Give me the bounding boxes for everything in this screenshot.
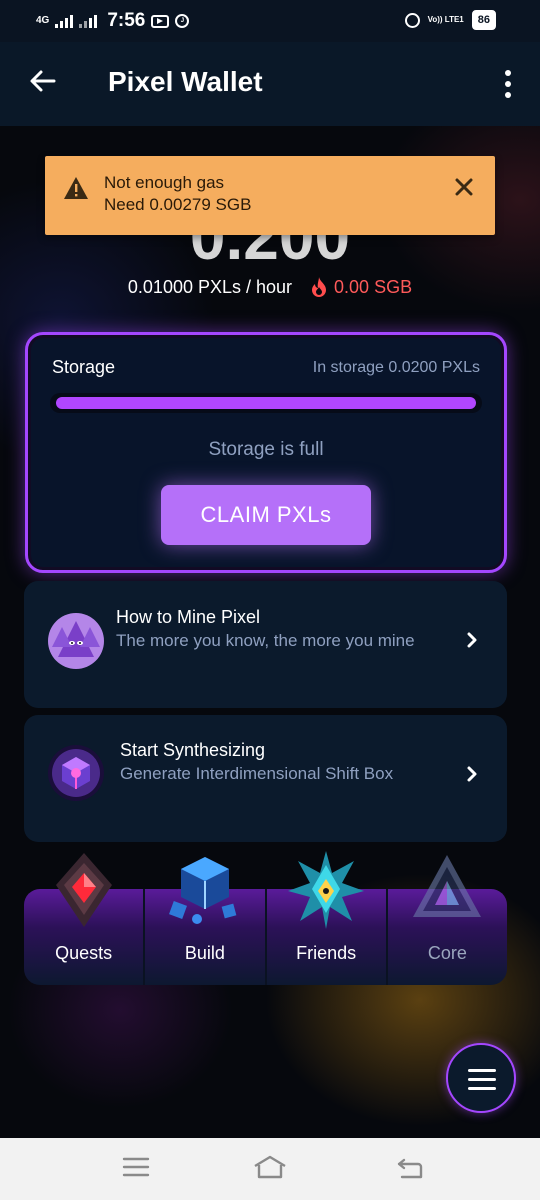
- card-subtitle: The more you know, the more you mine: [116, 631, 415, 650]
- claim-button[interactable]: CLAIM PXLs: [161, 485, 371, 545]
- more-vertical-icon[interactable]: [502, 70, 514, 98]
- storage-label: Storage: [52, 357, 116, 377]
- tab-friends[interactable]: Friends: [267, 851, 388, 985]
- storage-card: Storage In storage 0.0200 PXLs Storage i…: [25, 332, 507, 573]
- mining-rate: 0.01000 PXLs / hour: [127, 276, 293, 297]
- signal-icon-2: [79, 14, 98, 28]
- storage-progress: [50, 393, 482, 413]
- tab-quests[interactable]: Quests: [24, 853, 146, 985]
- tab-label: Core: [427, 943, 467, 963]
- tab-label: Build: [184, 943, 225, 963]
- storage-progress-fill: [56, 397, 476, 409]
- storage-amount: In storage 0.0200 PXLs: [312, 359, 480, 376]
- tab-label: Friends: [296, 943, 357, 963]
- status-right: Vo)) LTE1 86: [404, 10, 496, 30]
- blue-cubes-icon: [168, 857, 237, 924]
- warning-icon: [64, 177, 88, 199]
- card-subtitle: Generate Interdimensional Shift Box: [120, 764, 394, 783]
- home-icon[interactable]: [252, 1154, 288, 1180]
- chevron-right-icon: [467, 632, 477, 648]
- app-bar: Pixel Wallet: [0, 42, 540, 126]
- feature-tabs: Quests Build Friends Core: [24, 851, 507, 985]
- glowing-cube-icon: [48, 745, 104, 801]
- tab-build[interactable]: Build: [145, 857, 267, 985]
- status-bar: 4G 7:56 J Vo)) LTE1 86: [0, 0, 540, 42]
- alarm-icon: [404, 12, 420, 28]
- hamburger-menu-icon[interactable]: [446, 1043, 516, 1113]
- network-type: 4G: [36, 15, 50, 26]
- gas-balance: 0.00 SGB: [310, 276, 412, 298]
- warning-toast: Not enough gas Need 0.00279 SGB: [45, 156, 495, 235]
- signal-icon: [55, 14, 74, 28]
- back-icon[interactable]: [396, 1156, 424, 1180]
- volte-indicator: Vo)) LTE1: [427, 15, 464, 24]
- gas-value: 0.00 SGB: [334, 276, 413, 297]
- close-icon[interactable]: [455, 178, 473, 196]
- arrow-left-icon[interactable]: [28, 66, 58, 96]
- chevron-right-icon: [467, 766, 477, 782]
- tab-label: Quests: [55, 943, 113, 963]
- card-title: Start Synthesizing: [120, 740, 266, 760]
- toast-message: Not enough gas Need 0.00279 SGB: [104, 172, 251, 216]
- start-synthesizing-card[interactable]: Start Synthesizing Generate Interdimensi…: [24, 715, 507, 842]
- toast-line-1: Not enough gas: [104, 173, 225, 192]
- pyramid-creatures-icon: [48, 613, 104, 669]
- menu-lines-icon[interactable]: [122, 1156, 150, 1178]
- clock: 7:56: [107, 10, 146, 31]
- status-left: 4G 7:56 J: [36, 10, 190, 32]
- youtube-icon: [151, 14, 170, 28]
- flame-icon: [312, 277, 327, 297]
- page-title: Pixel Wallet: [108, 66, 263, 97]
- jio-icon: J: [175, 14, 190, 28]
- storage-status: Storage is full: [208, 439, 324, 460]
- prism-triangle-icon: [413, 855, 482, 917]
- cyan-star-crystal-icon: [288, 851, 365, 929]
- battery-icon: 86: [471, 10, 496, 30]
- tab-core[interactable]: Core: [388, 855, 507, 985]
- toast-line-2: Need 0.00279 SGB: [104, 195, 252, 214]
- how-to-mine-card[interactable]: How to Mine Pixel The more you know, the…: [24, 581, 507, 708]
- rate-row: 0.01000 PXLs / hour 0.00 SGB: [0, 276, 540, 298]
- system-nav-bar: [0, 1138, 540, 1200]
- card-title: How to Mine Pixel: [116, 607, 261, 627]
- red-crystal-icon: [55, 853, 112, 927]
